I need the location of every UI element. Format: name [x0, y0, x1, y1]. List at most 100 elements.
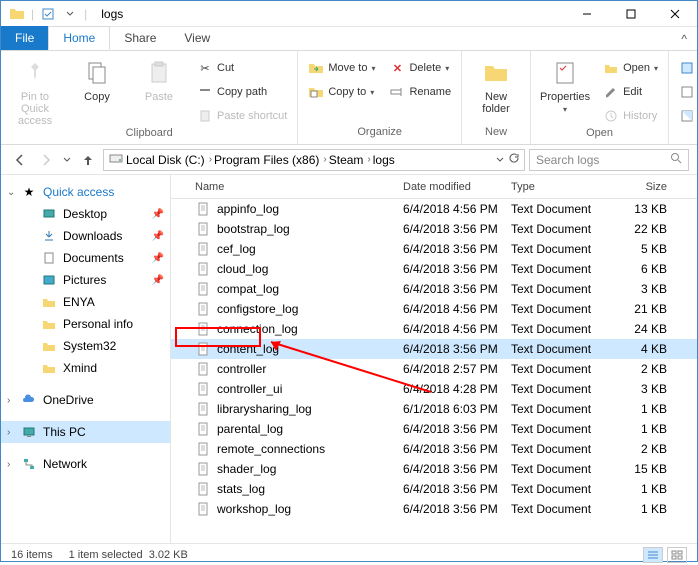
group-select: Select all Select none Invert selection …: [669, 51, 698, 144]
properties-button[interactable]: Properties▾: [537, 55, 593, 114]
minimize-button[interactable]: [565, 1, 609, 27]
crumb-3[interactable]: logs: [373, 153, 395, 167]
crumb-2[interactable]: Steam›: [329, 153, 371, 167]
file-icon: [195, 501, 211, 517]
documents-icon: [41, 250, 57, 266]
file-size: 21 KB: [611, 302, 667, 316]
tab-share[interactable]: Share: [110, 26, 170, 50]
address-bar[interactable]: Local Disk (C:)› Program Files (x86)› St…: [103, 149, 525, 171]
nav-enya[interactable]: ENYA: [1, 291, 170, 313]
file-name: configstore_log: [217, 302, 403, 316]
col-date[interactable]: Date modified: [403, 181, 511, 193]
file-row[interactable]: parental_log 6/4/2018 3:56 PM Text Docum…: [171, 419, 697, 439]
crumb-0[interactable]: Local Disk (C:)›: [126, 153, 212, 167]
file-row[interactable]: cloud_log 6/4/2018 3:56 PM Text Document…: [171, 259, 697, 279]
tab-file[interactable]: File: [1, 26, 48, 50]
history-icon: [603, 108, 619, 124]
addr-dropdown-icon[interactable]: [496, 153, 504, 167]
details-view-button[interactable]: [643, 547, 663, 563]
maximize-button[interactable]: [609, 1, 653, 27]
icons-view-button[interactable]: [667, 547, 687, 563]
file-row[interactable]: cef_log 6/4/2018 3:56 PM Text Document 5…: [171, 239, 697, 259]
invert-button[interactable]: Invert selection: [675, 105, 698, 127]
file-row[interactable]: workshop_log 6/4/2018 3:56 PM Text Docum…: [171, 499, 697, 519]
nav-thispc[interactable]: ›This PC: [1, 421, 170, 443]
ribbon-collapse-icon[interactable]: ^: [671, 28, 697, 50]
nav-downloads[interactable]: Downloads📌: [1, 225, 170, 247]
nav-system32[interactable]: System32: [1, 335, 170, 357]
crumb-1[interactable]: Program Files (x86)›: [214, 153, 327, 167]
pictures-icon: [41, 272, 57, 288]
file-list: Name Date modified Type Size appinfo_log…: [171, 175, 697, 543]
tab-home[interactable]: Home: [48, 26, 110, 50]
nav-desktop[interactable]: Desktop📌: [1, 203, 170, 225]
col-name[interactable]: Name: [195, 181, 403, 193]
open-button[interactable]: Open ▾: [599, 57, 662, 79]
file-name: appinfo_log: [217, 202, 403, 216]
selectall-button[interactable]: Select all: [675, 57, 698, 79]
file-type: Text Document: [511, 322, 611, 336]
rename-button[interactable]: Rename: [385, 81, 455, 103]
history-button[interactable]: History: [599, 105, 662, 127]
search-input[interactable]: Search logs: [529, 149, 689, 171]
status-count: 16 items: [11, 549, 53, 561]
nav-onedrive[interactable]: ›OneDrive: [1, 389, 170, 411]
file-row[interactable]: controller_ui 6/4/2018 4:28 PM Text Docu…: [171, 379, 697, 399]
pin-quickaccess-button[interactable]: Pin to Quickaccess: [7, 55, 63, 127]
forward-button[interactable]: [35, 149, 57, 171]
col-size[interactable]: Size: [611, 181, 667, 193]
file-date: 6/4/2018 3:56 PM: [403, 282, 511, 296]
file-type: Text Document: [511, 222, 611, 236]
file-date: 6/4/2018 3:56 PM: [403, 482, 511, 496]
network-icon: [21, 456, 37, 472]
newfolder-button[interactable]: Newfolder: [468, 55, 524, 115]
nav-pictures[interactable]: Pictures📌: [1, 269, 170, 291]
rename-icon: [389, 84, 405, 100]
file-name: cloud_log: [217, 262, 403, 276]
file-name: content_log: [217, 342, 403, 356]
edit-button[interactable]: Edit: [599, 81, 662, 103]
file-row[interactable]: librarysharing_log 6/1/2018 6:03 PM Text…: [171, 399, 697, 419]
file-row[interactable]: appinfo_log 6/4/2018 4:56 PM Text Docume…: [171, 199, 697, 219]
file-row[interactable]: bootstrap_log 6/4/2018 3:56 PM Text Docu…: [171, 219, 697, 239]
file-type: Text Document: [511, 302, 611, 316]
selectnone-button[interactable]: Select none: [675, 81, 698, 103]
close-button[interactable]: [653, 1, 697, 27]
checkbox-icon[interactable]: [40, 6, 56, 22]
newfolder-icon: [480, 57, 512, 89]
navigation-pane: ⌄★Quick access Desktop📌 Downloads📌 Docum…: [1, 175, 171, 543]
file-row[interactable]: compat_log 6/4/2018 3:56 PM Text Documen…: [171, 279, 697, 299]
file-row[interactable]: controller 6/4/2018 2:57 PM Text Documen…: [171, 359, 697, 379]
back-button[interactable]: [9, 149, 31, 171]
file-date: 6/4/2018 4:56 PM: [403, 302, 511, 316]
nav-xmind[interactable]: Xmind: [1, 357, 170, 379]
file-row[interactable]: configstore_log 6/4/2018 4:56 PM Text Do…: [171, 299, 697, 319]
refresh-icon[interactable]: [508, 152, 520, 167]
nav-network[interactable]: ›Network: [1, 453, 170, 475]
pasteshortcut-button[interactable]: Paste shortcut: [193, 105, 291, 127]
nav-documents[interactable]: Documents📌: [1, 247, 170, 269]
nav-personal[interactable]: Personal info: [1, 313, 170, 335]
copyto-button[interactable]: Copy to ▾: [304, 81, 379, 103]
moveto-button[interactable]: Move to ▾: [304, 57, 379, 79]
file-name: bootstrap_log: [217, 222, 403, 236]
file-row[interactable]: shader_log 6/4/2018 3:56 PM Text Documen…: [171, 459, 697, 479]
nav-quickaccess[interactable]: ⌄★Quick access: [1, 181, 170, 203]
group-open: Properties▾ Open ▾ Edit History Open: [531, 51, 669, 144]
file-row[interactable]: remote_connections 6/4/2018 3:56 PM Text…: [171, 439, 697, 459]
delete-button[interactable]: ✕Delete ▾: [385, 57, 455, 79]
copypath-button[interactable]: Copy path: [193, 81, 291, 103]
copy-button[interactable]: Copy: [69, 55, 125, 103]
paste-button[interactable]: Paste: [131, 55, 187, 103]
recent-dropdown[interactable]: [61, 149, 73, 171]
chevron-down-icon[interactable]: [62, 6, 78, 22]
col-type[interactable]: Type: [511, 181, 611, 193]
copy-icon: [81, 57, 113, 89]
tab-view[interactable]: View: [170, 26, 224, 50]
cut-button[interactable]: ✂Cut: [193, 57, 291, 79]
file-row[interactable]: content_log 6/4/2018 3:56 PM Text Docume…: [171, 339, 697, 359]
file-row[interactable]: connection_log 6/4/2018 4:56 PM Text Doc…: [171, 319, 697, 339]
copypath-icon: [197, 84, 213, 100]
file-row[interactable]: stats_log 6/4/2018 3:56 PM Text Document…: [171, 479, 697, 499]
up-button[interactable]: [77, 149, 99, 171]
